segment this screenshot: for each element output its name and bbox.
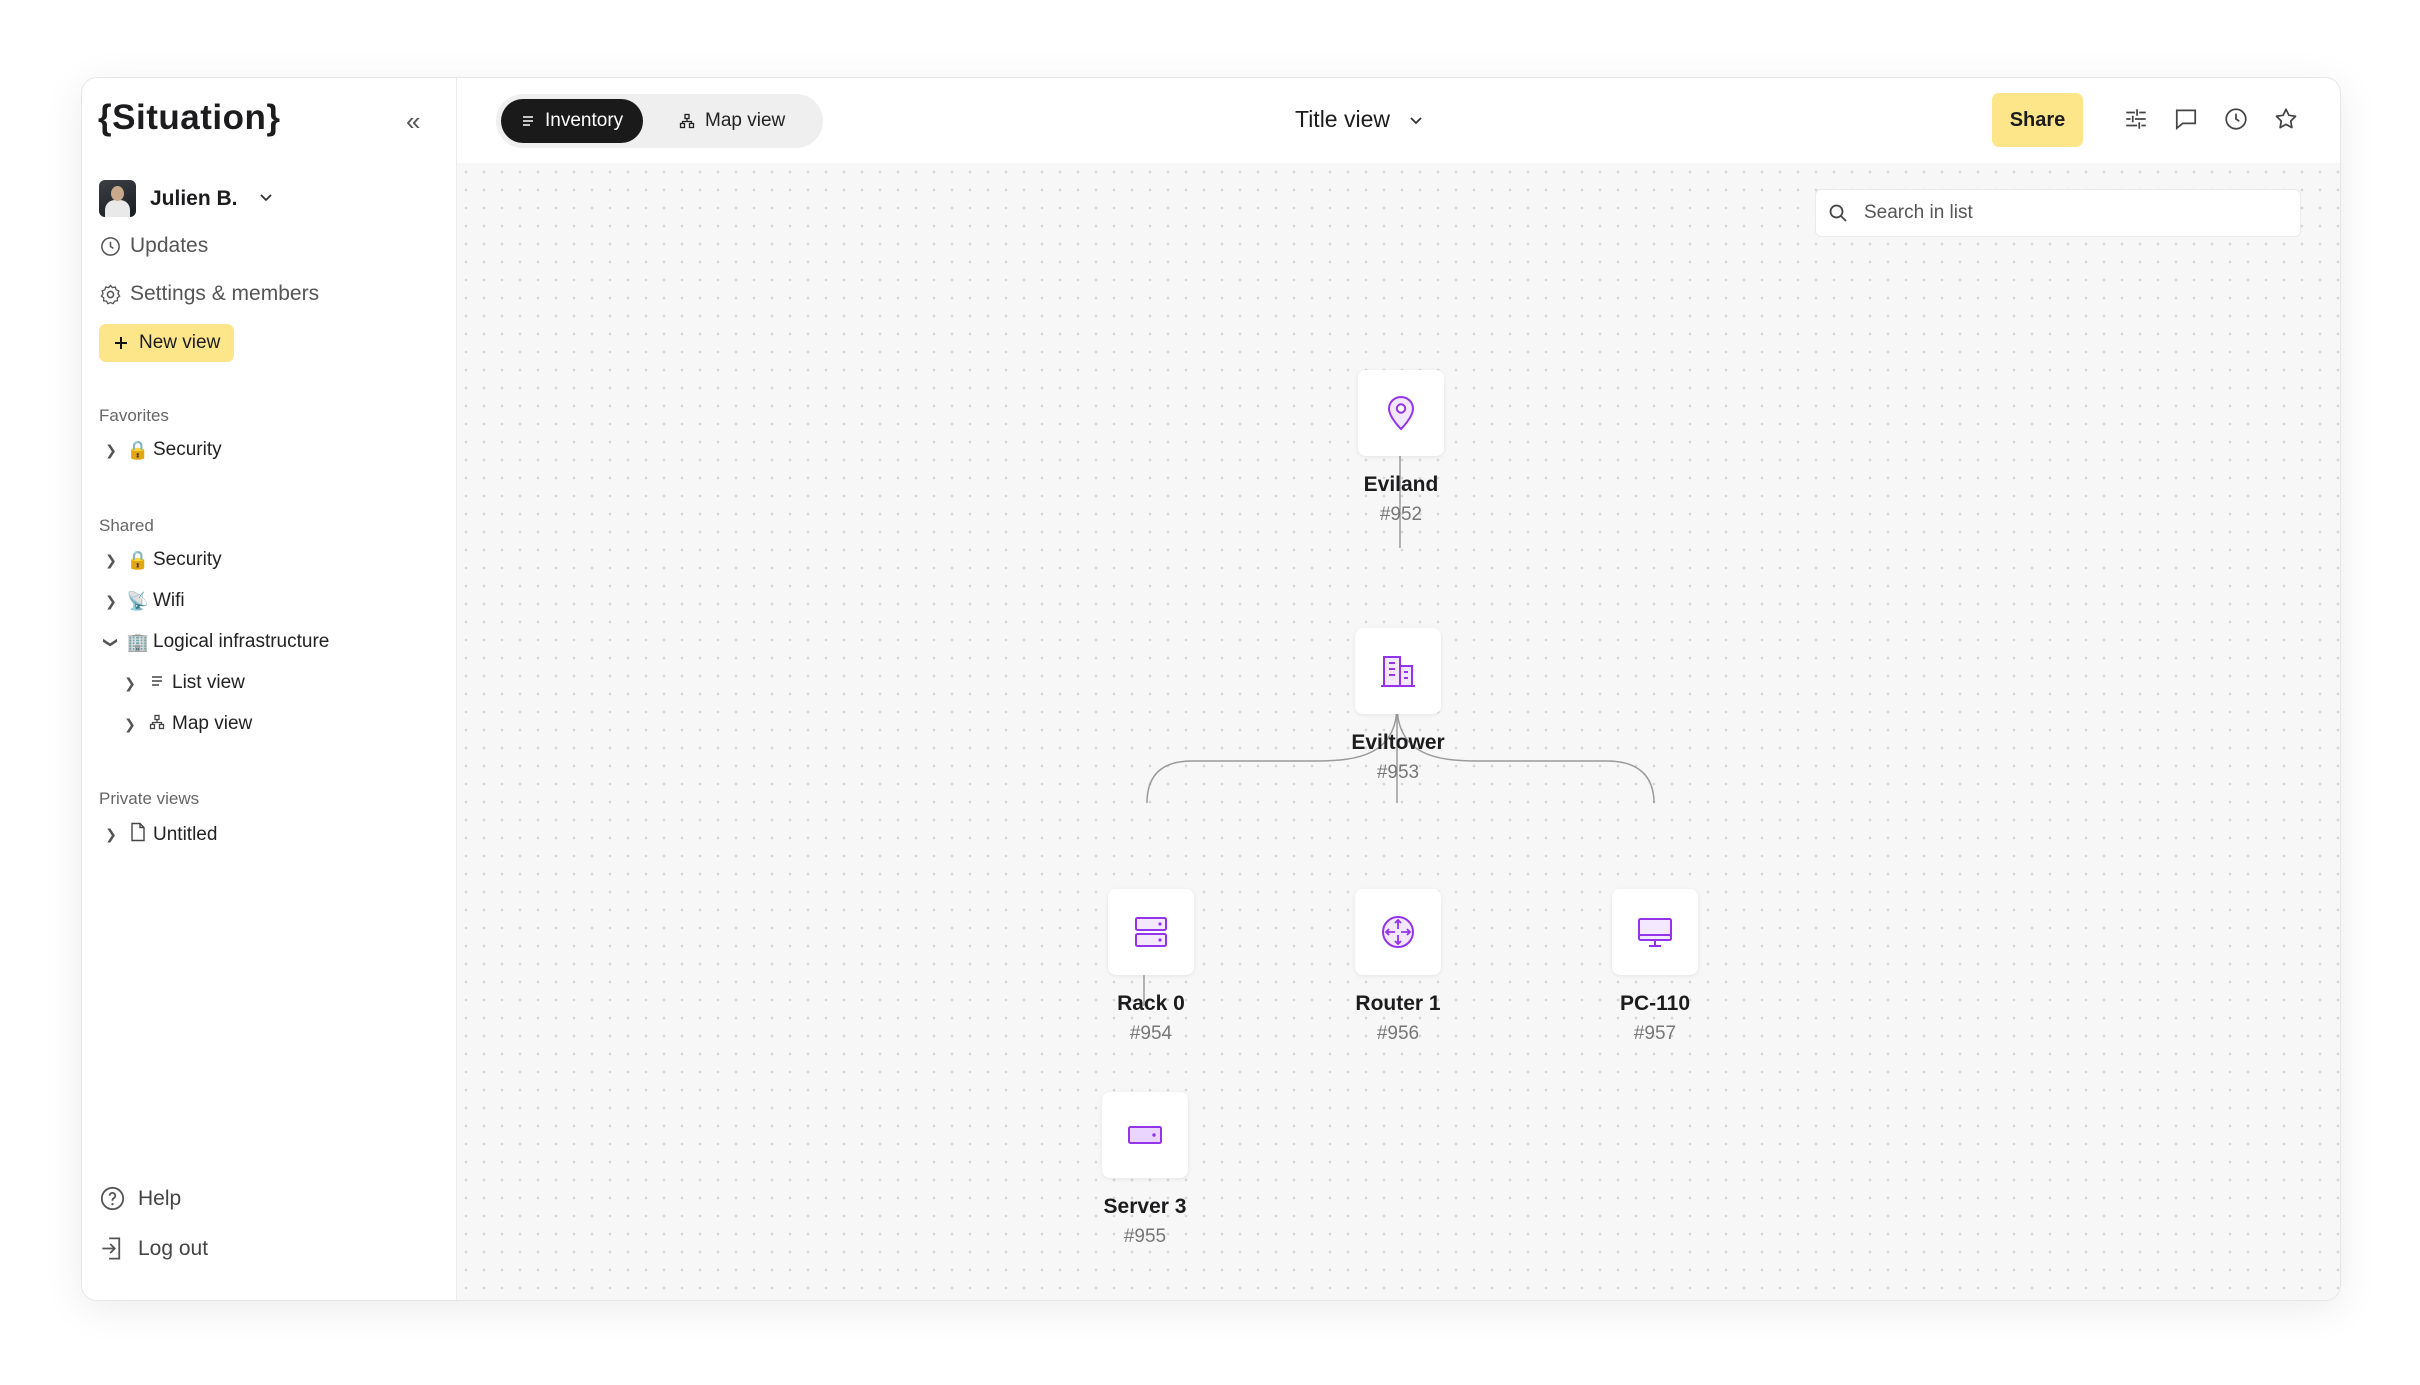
- building-icon: [1381, 656, 1415, 687]
- node-id: #953: [1376, 762, 1420, 783]
- node-rack-0[interactable]: [1108, 889, 1194, 975]
- tab-inventory[interactable]: Inventory: [501, 99, 644, 143]
- clock-icon: [101, 236, 120, 256]
- map-canvas[interactable]: Eviland #952 Eviltower #953 Rack 0 #954 …: [457, 163, 2340, 1300]
- satellite-icon: 📡: [126, 590, 150, 611]
- plus-icon: [115, 337, 127, 349]
- shared-item-label: Security: [153, 549, 222, 570]
- title-view-label: Title view: [1295, 106, 1390, 132]
- share-button[interactable]: Share: [1992, 93, 2083, 147]
- new-view-button[interactable]: New view: [99, 324, 235, 362]
- node-id: #956: [1376, 1023, 1420, 1044]
- favorites-title: Favorites: [99, 406, 169, 425]
- tab-inventory-label: Inventory: [545, 110, 624, 131]
- tab-map-view-label: Map view: [705, 110, 786, 131]
- map-tree-icon: [679, 113, 695, 129]
- document-icon: [123, 822, 153, 847]
- node-router-1[interactable]: [1355, 889, 1441, 975]
- node-eviltower[interactable]: [1355, 628, 1441, 714]
- avatar: [99, 180, 136, 217]
- chevron-down-icon: [258, 189, 274, 209]
- node-id: #952: [1379, 504, 1423, 525]
- child-item-map-view[interactable]: ❯ Map view: [118, 713, 252, 735]
- rack-icon: [1135, 917, 1167, 947]
- list-icon: [142, 673, 172, 694]
- nav-settings-label: Settings & members: [130, 282, 320, 305]
- private-item-untitled[interactable]: ❯ Untitled: [99, 822, 217, 847]
- node-label: Server 3: [1103, 1195, 1187, 1218]
- lock-icon: 🔒: [126, 439, 150, 460]
- user-menu[interactable]: Julien B.: [99, 180, 274, 217]
- title-view-dropdown[interactable]: Title view: [1295, 106, 1424, 133]
- chevron-right-icon: ❯: [124, 674, 136, 691]
- node-label: Eviltower: [1351, 731, 1445, 754]
- map-tree-icon: [142, 714, 172, 735]
- gear-icon: [100, 283, 121, 305]
- topbar: Inventory Map view Title view Share •••: [457, 78, 2340, 163]
- nav-updates-label: Updates: [130, 234, 209, 257]
- node-label: PC-110: [1619, 992, 1691, 1015]
- app-logo: {Situation}: [98, 98, 281, 137]
- node-id: #957: [1633, 1023, 1677, 1044]
- map-pin-icon: [1387, 395, 1415, 431]
- nav-settings[interactable]: Settings & members: [99, 282, 319, 306]
- view-switcher: Inventory Map view: [496, 94, 823, 148]
- star-icon[interactable]: [2273, 106, 2299, 132]
- help-link[interactable]: Help: [99, 1185, 181, 1212]
- node-id: #954: [1129, 1023, 1173, 1044]
- favorite-item-label: Security: [153, 439, 222, 460]
- filter-sliders-icon[interactable]: [2123, 106, 2149, 132]
- node-pc-110[interactable]: [1612, 889, 1698, 975]
- router-icon: [1382, 916, 1414, 948]
- logout-icon: [102, 1237, 121, 1260]
- node-eviland[interactable]: [1358, 370, 1444, 456]
- collapse-sidebar-icon[interactable]: «: [406, 106, 420, 137]
- shared-title: Shared: [99, 516, 154, 535]
- server-icon: [1128, 1126, 1162, 1144]
- office-building-icon: 🏢: [126, 631, 150, 652]
- chevron-right-icon: ❯: [105, 826, 117, 842]
- lock-icon: 🔒: [126, 549, 150, 570]
- tab-map-view[interactable]: Map view: [659, 99, 805, 143]
- node-label: Eviland: [1363, 473, 1439, 496]
- node-label: Router 1: [1355, 992, 1441, 1015]
- shared-item-security[interactable]: ❯ 🔒 Security: [99, 549, 222, 571]
- logout-label: Log out: [138, 1236, 209, 1260]
- new-view-label: New view: [139, 332, 221, 353]
- sidebar: {Situation} « Julien B. Updates Settings…: [82, 78, 457, 1300]
- node-server-3[interactable]: [1102, 1092, 1188, 1178]
- chevron-right-icon: ❯: [105, 441, 117, 458]
- comment-icon[interactable]: [2173, 106, 2199, 132]
- chevron-right-icon: ❯: [105, 551, 117, 568]
- shared-item-wifi[interactable]: ❯ 📡 Wifi: [99, 590, 185, 612]
- chevron-down-icon: [1410, 116, 1422, 124]
- chevron-right-icon: ❯: [105, 592, 117, 609]
- child-item-label: List view: [172, 672, 245, 693]
- list-icon: [523, 116, 533, 126]
- history-clock-icon[interactable]: [2223, 106, 2249, 132]
- child-item-label: Map view: [172, 713, 253, 734]
- logout-link[interactable]: Log out: [99, 1235, 208, 1262]
- private-item-label: Untitled: [153, 823, 218, 845]
- shared-item-logical-infrastructure[interactable]: ❯ 🏢 Logical infrastructure: [99, 631, 330, 653]
- help-icon: [100, 1186, 125, 1211]
- help-label: Help: [138, 1186, 182, 1210]
- monitor-icon: [1638, 918, 1672, 947]
- shared-item-label: Logical infrastructure: [153, 631, 330, 652]
- nav-updates[interactable]: Updates: [99, 234, 208, 258]
- user-name: Julien B.: [150, 186, 238, 210]
- child-item-list-view[interactable]: ❯ List view: [118, 672, 245, 694]
- node-label: Rack 0: [1117, 992, 1185, 1015]
- shared-item-label: Wifi: [153, 590, 185, 611]
- node-id: #955: [1123, 1226, 1167, 1247]
- chevron-down-icon: ❯: [103, 636, 120, 648]
- favorite-item-security[interactable]: ❯ 🔒 Security: [99, 439, 222, 461]
- private-views-title: Private views: [99, 789, 200, 808]
- app-window: {Situation} « Julien B. Updates Settings…: [81, 77, 2341, 1301]
- chevron-right-icon: ❯: [124, 715, 136, 732]
